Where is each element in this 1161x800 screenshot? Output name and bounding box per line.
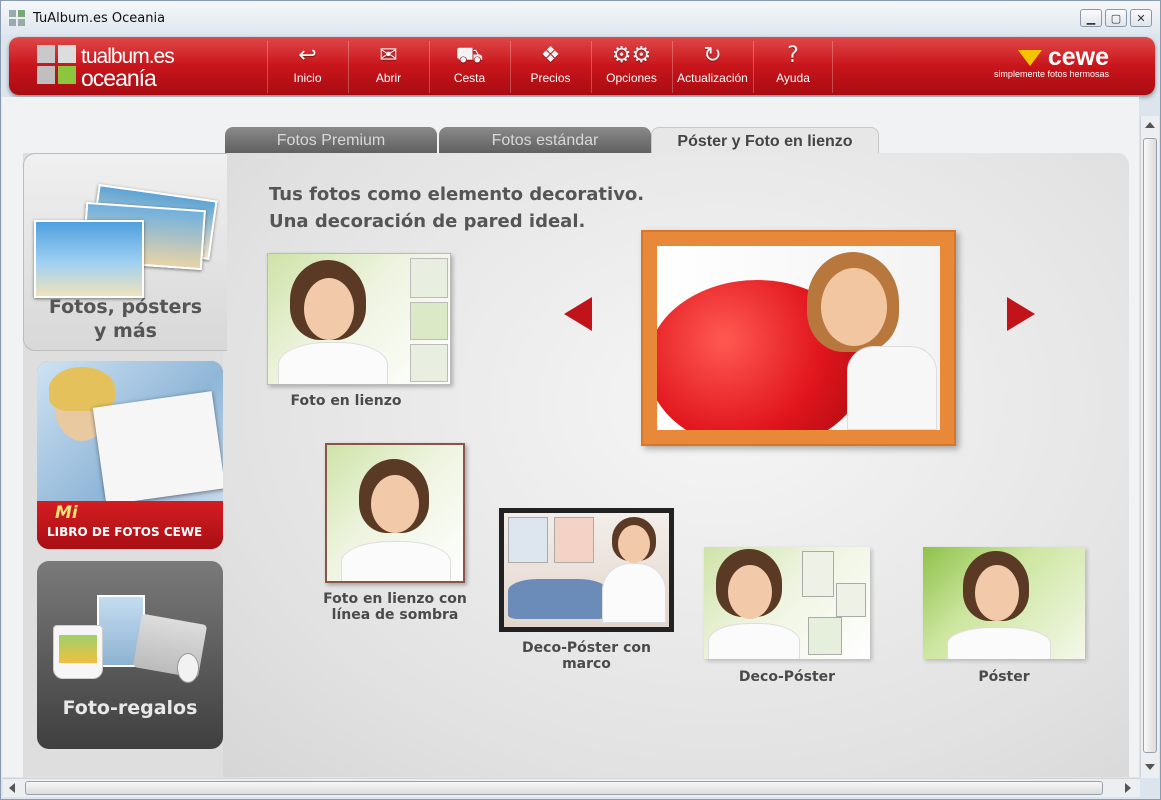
refresh-icon: ↻ — [703, 43, 722, 68]
window-title: TuAlbum.es Oceania — [33, 10, 166, 26]
sidebar-item-fotos-posters[interactable]: Fotos, pósters y más — [23, 153, 227, 351]
minimize-button[interactable]: ▁ — [1080, 9, 1102, 27]
product-foto-en-lienzo[interactable]: Foto en lienzo — [267, 253, 453, 413]
home-icon: ↩ — [298, 43, 317, 68]
toolbar-label-abrir: Abrir — [375, 71, 402, 85]
category-label: Foto-regalos — [62, 697, 198, 719]
logo-line2: oceanía — [81, 65, 157, 91]
product-foto-lienzo-sombra[interactable]: Foto en lienzo con línea de sombra — [313, 443, 477, 627]
cewe-triangle-icon — [1017, 50, 1042, 67]
close-button[interactable]: ✕ — [1130, 9, 1152, 27]
mouse-icon — [177, 653, 199, 683]
product-caption-line2: línea de sombra — [331, 607, 459, 623]
app-icon — [9, 10, 25, 26]
product-caption: Deco-Póster con marco — [522, 640, 651, 672]
category-label-line1: Fotos, pósters — [48, 296, 203, 318]
gears-icon: ⚙⚙ — [611, 43, 652, 68]
toolbar-button-inicio[interactable]: ↩ Inicio — [267, 41, 347, 93]
product-caption: Póster — [978, 669, 1030, 685]
toolbar-label-opciones: Opciones — [606, 71, 657, 85]
category-label-line2: LIBRO DE FOTOS CEWE — [47, 525, 203, 539]
cewe-slogan: simplemente fotos hermosas — [993, 69, 1109, 79]
toolbar-button-abrir[interactable]: ✉ Abrir — [348, 41, 428, 93]
help-icon: ? — [787, 43, 799, 68]
scroll-right-icon[interactable] — [1125, 783, 1131, 793]
product-caption-line1: Foto en lienzo con — [323, 591, 467, 607]
toolbar-label-inicio: Inicio — [293, 71, 322, 85]
photo-stack-image — [34, 183, 220, 302]
toolbar-label-cesta: Cesta — [453, 71, 486, 85]
toolbar-label-precios: Precios — [530, 71, 571, 85]
tab-fotos-premium[interactable]: Fotos Premium — [225, 127, 437, 155]
maximize-button[interactable]: ▢ — [1105, 9, 1127, 27]
open-icon: ✉ — [379, 43, 398, 68]
scroll-left-icon[interactable] — [9, 783, 15, 793]
close-icon: ✕ — [1136, 11, 1146, 25]
vertical-scroll-thumb[interactable] — [1143, 138, 1157, 753]
sidebar-item-libro-fotos[interactable]: Mi LIBRO DE FOTOS CEWE — [37, 361, 223, 549]
tab-fotos-estandar[interactable]: Fotos estándar — [439, 127, 651, 155]
product-poster[interactable]: Póster — [923, 547, 1087, 687]
app-window: TuAlbum.es Oceania ▁ ▢ ✕ tualbum.es ocea… — [0, 0, 1161, 800]
tab-label: Fotos Premium — [276, 132, 386, 149]
toolbar-button-actualizacion[interactable]: ↻ Actualización — [672, 41, 752, 93]
tab-label: Póster y Foto en lienzo — [677, 132, 853, 150]
toolbar-button-ayuda[interactable]: ? Ayuda — [753, 41, 833, 93]
app-logo: tualbum.es oceanía — [37, 43, 197, 91]
minimize-icon: ▁ — [1086, 11, 1096, 25]
maximize-icon: ▢ — [1110, 11, 1122, 25]
toolbar-label-actualizacion: Actualización — [677, 71, 748, 85]
toolbar-button-cesta[interactable]: ⛟ Cesta — [429, 41, 509, 93]
cewe-logo: cewe simplemente fotos hermosas — [994, 43, 1109, 79]
carousel-next-arrow-icon[interactable] — [1007, 297, 1035, 331]
product-thumbnail — [267, 253, 451, 385]
carousel-prev-arrow-icon[interactable] — [564, 297, 592, 331]
tab-label: Fotos estándar — [491, 132, 599, 149]
scroll-down-icon[interactable] — [1145, 764, 1155, 770]
product-thumbnail — [325, 443, 465, 583]
product-deco-poster-marco[interactable]: Deco-Póster con marco — [499, 508, 674, 672]
toolbar-button-opciones[interactable]: ⚙⚙ Opciones — [591, 41, 671, 93]
tab-poster-lienzo[interactable]: Póster y Foto en lienzo — [651, 127, 879, 155]
title-bar: TuAlbum.es Oceania — [1, 1, 1160, 35]
product-thumbnail — [704, 547, 870, 659]
headline-line1: Tus fotos como elemento decorativo. — [269, 184, 645, 205]
horizontal-scrollbar[interactable] — [3, 778, 1140, 797]
category-label-line1: Mi — [55, 503, 78, 523]
logo-squares-icon — [37, 45, 76, 84]
main-toolbar: tualbum.es oceanía ↩ Inicio ✉ Abrir ⛟ Ce… — [9, 37, 1155, 95]
product-caption: Deco-Póster — [738, 669, 836, 685]
toolbar-button-precios[interactable]: ❖ Precios — [510, 41, 590, 93]
vertical-scrollbar[interactable] — [1140, 116, 1159, 778]
cewe-name: cewe — [1047, 43, 1109, 71]
category-label-line2: y más — [94, 320, 157, 342]
horizontal-scroll-thumb[interactable] — [25, 781, 1103, 795]
toolbar-label-ayuda: Ayuda — [776, 71, 810, 85]
product-caption: Foto en lienzo — [290, 393, 402, 409]
featured-poster-image[interactable] — [641, 230, 956, 446]
intro-text: Tus fotos como elemento decorativo. Una … — [269, 181, 644, 235]
scroll-up-icon[interactable] — [1145, 122, 1155, 128]
headline-line2: Una decoración de pared ideal. — [269, 211, 586, 232]
prices-icon: ❖ — [540, 43, 561, 68]
product-thumbnail — [923, 547, 1085, 659]
cart-icon: ⛟ — [455, 43, 484, 68]
sidebar-item-foto-regalos[interactable]: Foto-regalos — [37, 561, 223, 749]
product-thumbnail — [499, 508, 674, 632]
product-deco-poster[interactable]: Deco-Póster — [704, 547, 872, 687]
